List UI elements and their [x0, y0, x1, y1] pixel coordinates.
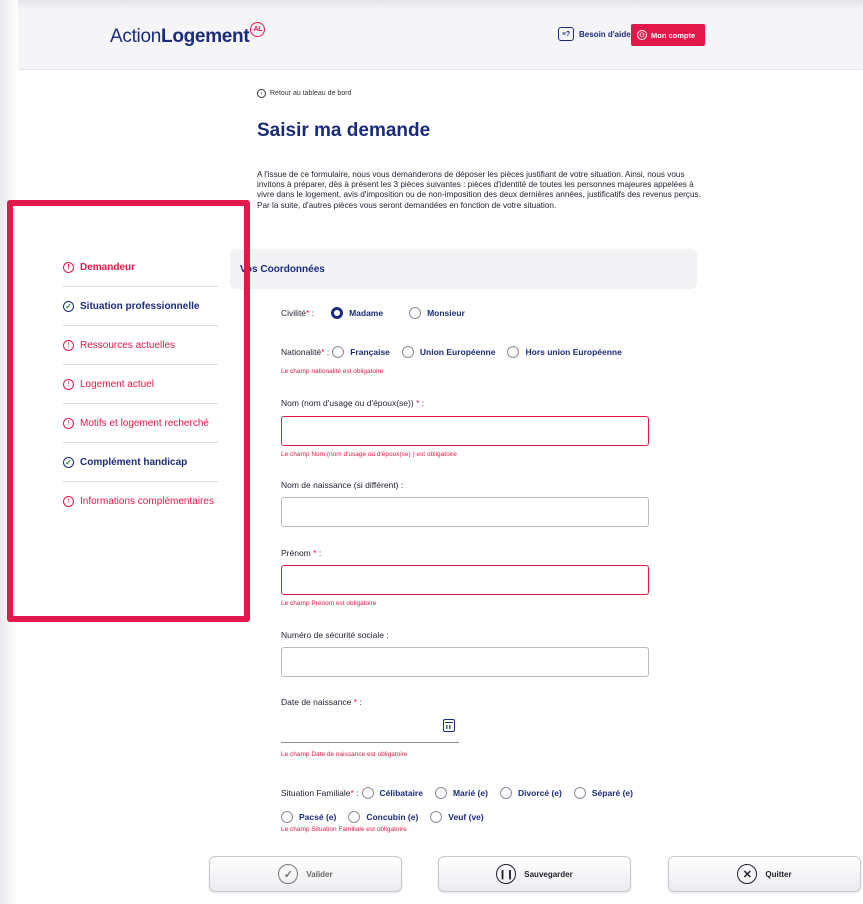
sidebar-item-ressources-actuelles[interactable]: ! Ressources actuelles — [63, 326, 218, 365]
sidebar-item-label: Informations complémentaires — [80, 496, 214, 507]
check-icon: ✓ — [63, 300, 74, 312]
back-link-label: Retour au tableau de bord — [270, 90, 352, 97]
radio-circle[interactable] — [401, 346, 414, 358]
save-button[interactable]: ❙❙ Sauvegarder — [438, 856, 631, 892]
nom-input[interactable] — [281, 416, 649, 446]
prenom-input[interactable] — [281, 565, 649, 595]
back-arrow-icon: ‹ — [257, 89, 266, 98]
secu-input[interactable] — [281, 647, 649, 677]
help-label: Besoin d'aide — [579, 29, 631, 39]
radio-circle[interactable] — [573, 787, 586, 799]
radio-francaise[interactable]: Française — [332, 346, 390, 358]
calendar-icon[interactable] — [443, 719, 455, 732]
radio-concubin[interactable]: Concubin (e) — [348, 811, 418, 823]
sidebar-item-label: Motifs et logement recherché — [80, 417, 209, 429]
situation-familiale-error: Le champ Situation Familiale est obligat… — [281, 826, 407, 833]
civilite-group: Civilité* : Madame Monsieur — [281, 307, 477, 319]
top-bar: Action Logement AL ≡? Besoin d'aide ⚇ Mon… — [18, 10, 863, 70]
warning-icon: ! — [63, 378, 74, 390]
warning-icon: ! — [63, 496, 74, 507]
nationalite-error: Le champ nationalité est obligatoire — [281, 368, 384, 375]
radio-circle[interactable] — [332, 346, 345, 358]
situation-familiale-group-row2: Pacsé (e) Concubin (e) Veuf (ve) — [281, 811, 496, 823]
sidebar-item-situation-professionnelle[interactable]: ✓ Situation professionnelle — [63, 287, 218, 326]
my-account-button[interactable]: ⚇ Mon compte — [631, 24, 706, 46]
radio-circle[interactable] — [507, 346, 520, 358]
radio-circle[interactable] — [348, 811, 361, 823]
sidebar-item-informations-complementaires[interactable]: ! Informations complémentaires — [63, 482, 218, 521]
radio-separe[interactable]: Séparé (e) — [573, 787, 633, 799]
radio-celibataire[interactable]: Célibataire — [361, 787, 423, 799]
civilite-label: Civilité* : — [281, 308, 315, 318]
sidebar-item-label: Logement actuel — [80, 378, 154, 390]
warning-icon: ! — [63, 417, 74, 429]
radio-circle[interactable] — [430, 811, 443, 823]
radio-circle[interactable] — [499, 787, 512, 799]
logo-badge-icon: AL — [250, 22, 266, 37]
check-circle-icon: ✓ — [278, 864, 299, 884]
nationalite-group: Nationalité* : Française Union Européenn… — [281, 346, 634, 358]
prenom-label: Prénom * : — [281, 548, 322, 558]
sidebar-item-label: Situation professionnelle — [80, 300, 200, 312]
back-to-dashboard-link[interactable]: ‹ Retour au tableau de bord — [257, 89, 351, 98]
sidebar-item-complement-handicap[interactable]: ✓ Complément handicap — [63, 443, 218, 482]
section-title: Vos Coordonnées — [240, 263, 325, 275]
quit-label: Quitter — [765, 869, 792, 879]
date-naissance-label: Date de naissance * : — [281, 697, 362, 707]
radio-circle[interactable] — [281, 811, 293, 823]
sidebar-item-label: Demandeur — [80, 261, 136, 273]
section-header-coordonnees: Vos Coordonnées — [230, 249, 697, 289]
radio-circle-checked[interactable] — [331, 307, 344, 319]
radio-monsieur[interactable]: Monsieur — [409, 307, 465, 319]
nom-naissance-label: Nom de naissance (si différent) : — [281, 480, 404, 490]
close-circle-icon: ✕ — [737, 864, 758, 884]
sidebar-item-label: Complément handicap — [80, 456, 188, 468]
pause-circle-icon: ❙❙ — [496, 864, 517, 884]
account-icon: ⚇ — [637, 30, 647, 40]
date-naissance-field — [281, 713, 459, 743]
check-icon: ✓ — [63, 456, 74, 468]
sidebar-item-label: Ressources actuelles — [80, 339, 176, 351]
logo-text-regular: Action — [110, 26, 162, 47]
radio-pacse[interactable]: Pacsé (e) — [281, 811, 336, 823]
help-chat-icon: ≡? — [558, 27, 574, 41]
radio-circle[interactable] — [361, 787, 374, 799]
radio-marie[interactable]: Marié (e) — [434, 787, 488, 799]
date-naissance-error: Le champ Date de naissance est obligatoi… — [281, 751, 408, 758]
warning-icon: ! — [63, 339, 74, 351]
nom-label: Nom (nom d'usage ou d'époux(se)) * : — [281, 398, 425, 408]
radio-madame[interactable]: Madame — [331, 307, 383, 319]
radio-divorce[interactable]: Divorcé (e) — [499, 787, 562, 799]
situation-familiale-group: Situation Familiale* : Célibataire Marié… — [281, 787, 645, 799]
sidebar-item-logement-actuel[interactable]: ! Logement actuel — [63, 365, 218, 404]
validate-label: Valider — [306, 869, 333, 879]
date-naissance-input[interactable] — [281, 713, 431, 741]
account-label: Mon compte — [651, 30, 696, 40]
sidebar-item-demandeur[interactable]: ! Demandeur — [63, 248, 218, 287]
intro-paragraph: A l'issue de ce formulaire, nous vous de… — [257, 170, 701, 210]
validate-button[interactable]: ✓ Valider — [209, 856, 402, 892]
prenom-error: Le champ Prénom est obligatoire — [281, 600, 377, 607]
quit-button[interactable]: ✕ Quitter — [668, 856, 861, 892]
nationalite-label: Nationalité* : — [281, 347, 330, 357]
nom-naissance-input[interactable] — [281, 497, 649, 527]
help-link[interactable]: ≡? Besoin d'aide — [558, 27, 631, 41]
action-logement-logo[interactable]: Action Logement AL — [110, 22, 266, 48]
radio-veuf[interactable]: Veuf (ve) — [430, 811, 484, 823]
logo-text-bold: Logement — [161, 26, 250, 47]
radio-hors-union-europeenne[interactable]: Hors union Européenne — [507, 346, 622, 358]
sidebar-item-motifs-logement[interactable]: ! Motifs et logement recherché — [63, 404, 218, 443]
situation-familiale-label: Situation Familiale* : — [281, 788, 359, 798]
save-label: Sauvegarder — [524, 869, 573, 879]
page-title: Saisir ma demande — [257, 120, 431, 141]
nom-error: Le champ Nom (nom d'usage ou d'époux(se)… — [281, 451, 457, 458]
secu-label: Numéro de sécurité sociale : — [281, 630, 389, 640]
radio-union-europeenne[interactable]: Union Européenne — [401, 346, 495, 358]
warning-icon: ! — [63, 261, 74, 273]
radio-circle[interactable] — [409, 307, 422, 319]
radio-circle[interactable] — [434, 787, 447, 799]
